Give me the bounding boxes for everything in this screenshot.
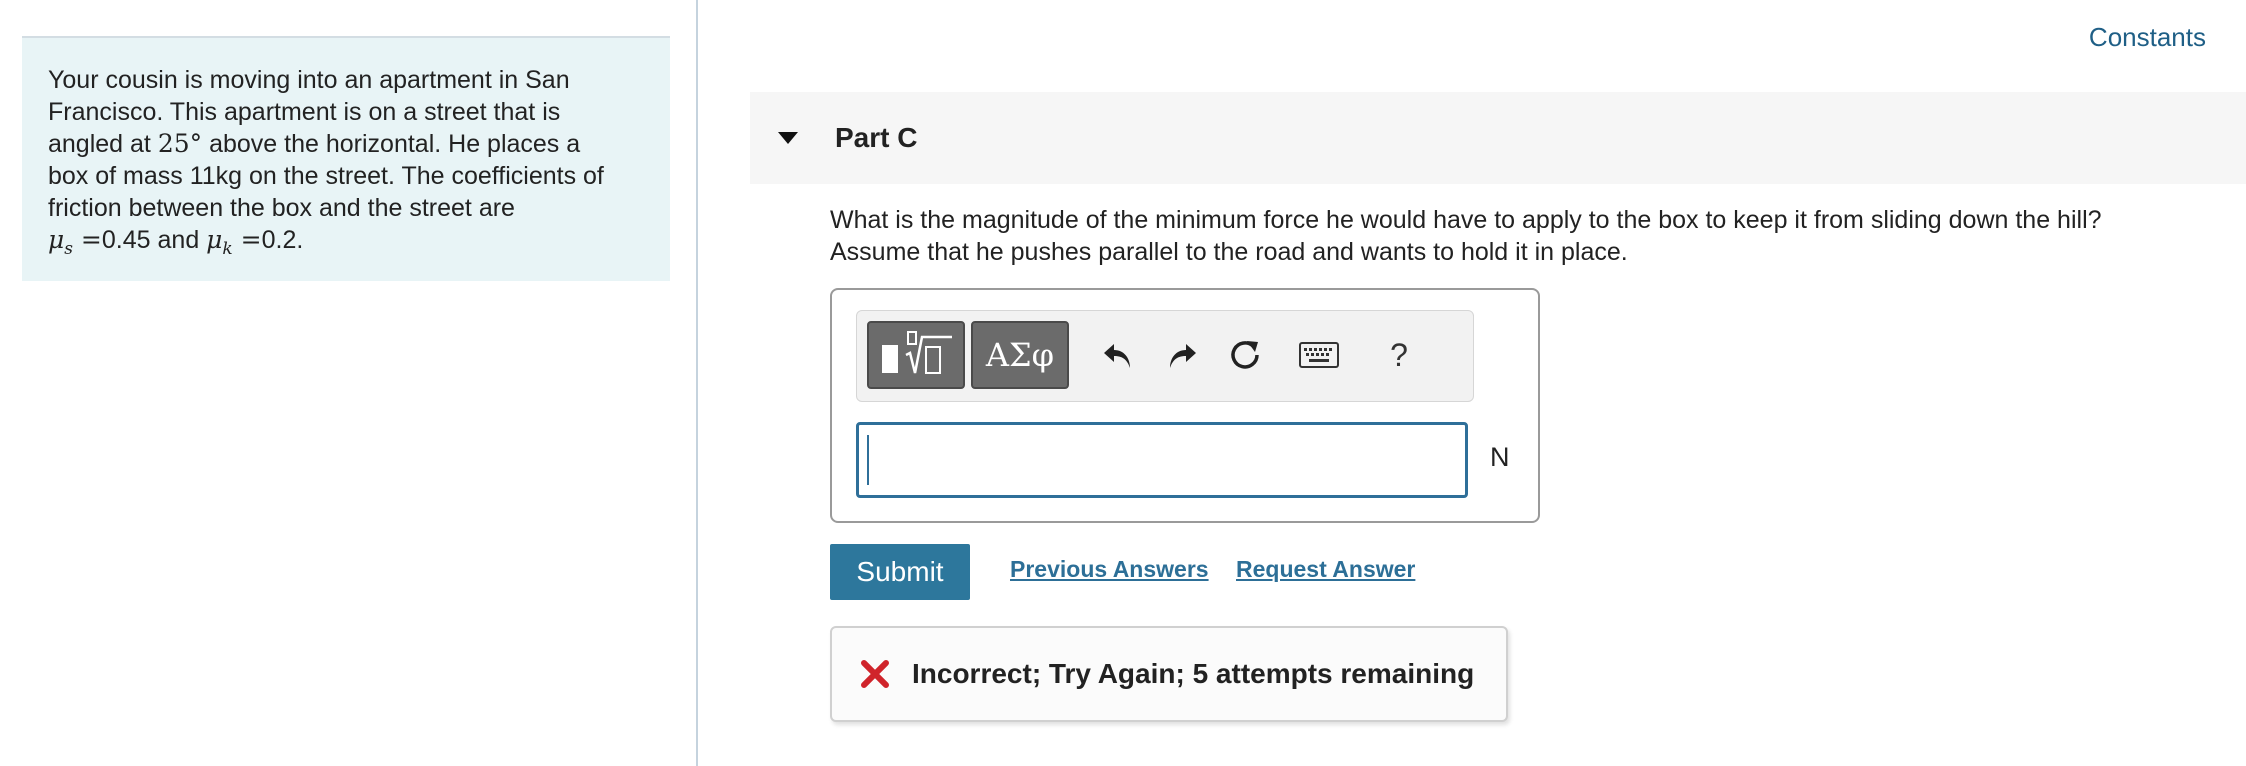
problem-line-3-start: angled at [48, 130, 158, 158]
keyboard-button[interactable] [1289, 329, 1349, 381]
collapse-caret-icon[interactable] [778, 132, 798, 144]
feedback-message: Incorrect; Try Again; 5 attempts remaini… [830, 626, 1508, 722]
keyboard-icon [1299, 342, 1339, 368]
mu-k-value: 0.2. [261, 226, 304, 254]
part-title: Part C [835, 122, 918, 153]
request-answer-link[interactable]: Request Answer [1236, 556, 1415, 583]
x-icon [861, 660, 889, 688]
mu-k-subscript: k [222, 239, 233, 259]
degree-symbol: ° [189, 129, 203, 158]
feedback-text: Incorrect; Try Again; 5 attempts remaini… [912, 658, 1475, 689]
undo-button[interactable] [1095, 329, 1143, 381]
part-header[interactable]: Part C [750, 92, 2246, 184]
angle-number: 25 [157, 129, 190, 158]
mu-k-symbol: μk [206, 225, 233, 259]
mu-s-equals: = [72, 225, 102, 254]
undo-icon [1104, 344, 1130, 368]
problem-statement: Your cousin is moving into an apartment … [22, 36, 670, 281]
mu-k-letter: μ [206, 225, 223, 254]
reset-button[interactable] [1221, 329, 1269, 381]
submit-button[interactable]: Submit [830, 544, 970, 600]
question-line-2: Assume that he pushes parallel to the ro… [830, 238, 1628, 266]
question-line-1: What is the magnitude of the minimum for… [830, 206, 2102, 234]
problem-line-2: Francisco. This apartment is on a street… [48, 98, 561, 126]
problem-line-4: box of mass 11kg on the street. The coef… [48, 162, 604, 190]
pane-divider [696, 0, 698, 766]
redo-icon [1170, 344, 1196, 368]
question-text: What is the magnitude of the minimum for… [830, 204, 2230, 268]
angle-value: 25° [158, 129, 202, 158]
and-text: and [150, 226, 207, 254]
answer-input[interactable] [856, 422, 1468, 498]
templates-icon [882, 331, 952, 374]
reset-icon [1231, 341, 1259, 369]
templates-button[interactable] [867, 321, 965, 389]
mu-s-letter: μ [48, 225, 65, 254]
previous-answers-link[interactable]: Previous Answers [1010, 556, 1209, 583]
mu-s-value: 0.45 [101, 226, 151, 254]
problem-line-1: Your cousin is moving into an apartment … [48, 66, 570, 94]
constants-link[interactable]: Constants [2089, 22, 2206, 53]
math-toolbar: ΑΣφ ? [856, 310, 1474, 402]
help-button[interactable]: ? [1375, 329, 1423, 381]
mu-s-symbol: μs [48, 225, 73, 259]
greek-symbols-button[interactable]: ΑΣφ [971, 321, 1069, 389]
text-cursor [867, 435, 869, 485]
mu-s-subscript: s [64, 239, 73, 259]
unit-label: N [1490, 442, 1510, 472]
problem-line-6: μs =0.45 and μk =0.2. [48, 224, 644, 265]
mu-k-equals: = [232, 225, 262, 254]
problem-line-5: friction between the box and the street … [48, 194, 515, 222]
problem-line-3: angled at 25° above the horizontal. He p… [48, 128, 644, 160]
redo-button[interactable] [1157, 329, 1205, 381]
answer-box: ΑΣφ ? N [830, 288, 1540, 523]
problem-pane: Your cousin is moving into an apartment … [0, 0, 696, 766]
problem-line-3-end: above the horizontal. He places a [202, 130, 581, 158]
